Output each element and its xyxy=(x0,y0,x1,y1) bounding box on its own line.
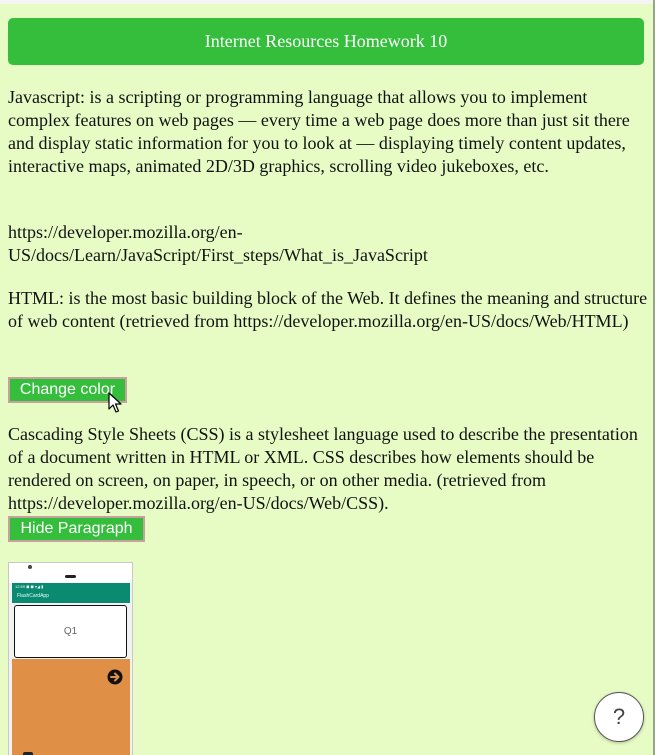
hide-paragraph-button[interactable]: Hide Paragraph xyxy=(8,516,145,542)
page-top-edge xyxy=(0,0,655,4)
page-title-banner: Internet Resources Homework 10 xyxy=(8,18,644,65)
status-bar: 12:59 ◼ ◼ ▾◢ ▮ xyxy=(15,584,44,589)
flashcard: Q1 xyxy=(14,605,127,658)
arrow-right-circle-icon xyxy=(107,669,123,685)
mouse-cursor-icon xyxy=(108,392,122,413)
css-paragraph: Cascading Style Sheets (CSS) is a styles… xyxy=(8,424,638,513)
phone-speaker-icon xyxy=(65,575,76,578)
page-title: Internet Resources Homework 10 xyxy=(204,31,448,51)
phone-top-bezel xyxy=(9,563,132,583)
javascript-reference-url: https://developer.mozilla.org/en-US/docs… xyxy=(8,222,428,265)
flashcard-app-screenshot: 12:59 ◼ ◼ ▾◢ ▮ FlashCardApp Q1 xyxy=(8,562,133,755)
help-question-mark: ? xyxy=(612,704,626,729)
help-button[interactable]: ? xyxy=(594,692,644,742)
app-title: FlashCardApp xyxy=(17,593,49,599)
app-bar: 12:59 ◼ ◼ ▾◢ ▮ FlashCardApp xyxy=(12,583,130,603)
html-paragraph: HTML: is the most basic building block o… xyxy=(8,288,648,331)
flashcard-question: Q1 xyxy=(63,626,78,637)
javascript-paragraph: Javascript: is a scripting or programmin… xyxy=(8,87,630,176)
phone-camera-icon xyxy=(28,565,32,569)
